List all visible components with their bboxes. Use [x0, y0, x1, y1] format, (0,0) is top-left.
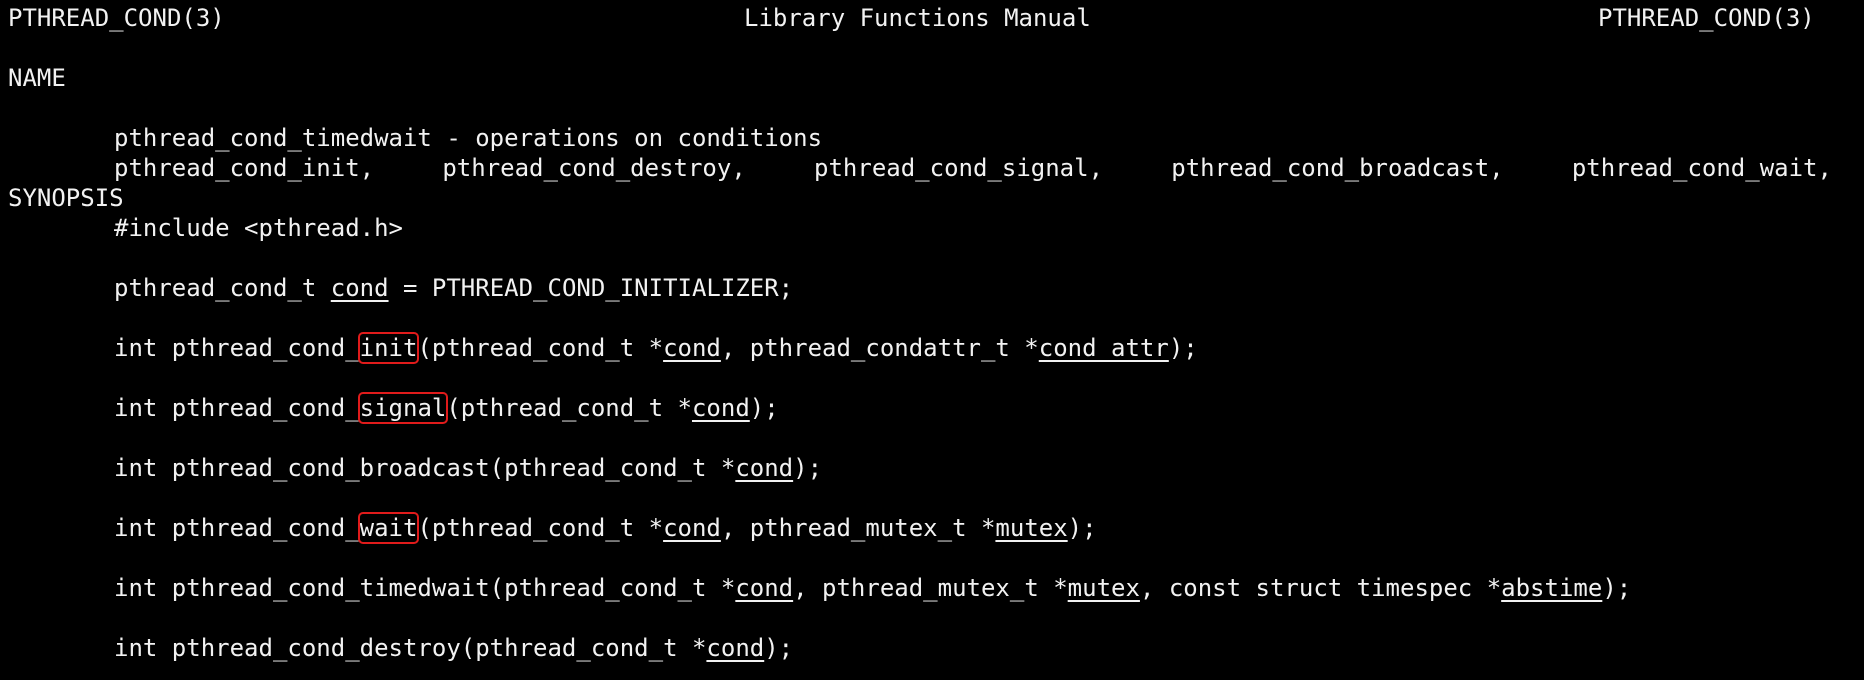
- initializer-post: = PTHREAD_COND_INITIALIZER;: [388, 274, 794, 302]
- terminal-window[interactable]: PTHREAD_COND(3) Library Functions Manual…: [0, 3, 1864, 680]
- init-pre: int pthread_cond_: [114, 334, 360, 362]
- header-right: PTHREAD_COND(3): [1598, 4, 1815, 32]
- prototype-signal: int pthread_cond_signal(pthread_cond_t *…: [8, 392, 1864, 424]
- name-function-list: pthread_cond_init, pthread_cond_destroy,…: [8, 93, 1864, 182]
- include-line: #include <pthread.h>: [114, 214, 403, 242]
- initializer-pre: pthread_cond_t: [114, 274, 331, 302]
- header-left: PTHREAD_COND(3): [8, 4, 225, 32]
- timedwait-pre: int pthread_cond_timedwait(pthread_cond_…: [114, 574, 736, 602]
- initializer-var: cond: [330, 274, 389, 302]
- signal-a: (pthread_cond_t *: [446, 394, 692, 422]
- wait-a: (pthread_cond_t *: [417, 514, 664, 542]
- destroy-end: );: [764, 634, 794, 662]
- broadcast-pre: int pthread_cond_broadcast(pthread_cond_…: [114, 454, 736, 482]
- prototype-destroy: int pthread_cond_destroy(pthread_cond_t …: [8, 633, 1864, 663]
- timedwait-b: , pthread_mutex_t *: [793, 574, 1068, 602]
- wait-highlight: wait: [357, 512, 420, 544]
- wait-end: );: [1067, 514, 1097, 542]
- destroy-arg-cond: cond: [706, 634, 765, 662]
- init-highlight: init: [357, 332, 420, 364]
- wait-arg-cond: cond: [663, 514, 721, 542]
- prototype-broadcast: int pthread_cond_broadcast(pthread_cond_…: [8, 453, 1864, 483]
- signal-highlight: signal: [357, 392, 449, 424]
- man-header: PTHREAD_COND(3) Library Functions Manual…: [8, 3, 1864, 33]
- prototype-init: int pthread_cond_init(pthread_cond_t *co…: [8, 332, 1864, 364]
- broadcast-arg-cond: cond: [735, 454, 794, 482]
- header-center: Library Functions Manual: [744, 4, 1091, 32]
- init-arg-cond: cond: [663, 334, 721, 362]
- section-heading-synopsis: SYNOPSIS: [8, 184, 124, 212]
- init-a: (pthread_cond_t *: [417, 334, 664, 362]
- name-description: pthread_cond_timedwait - operations on c…: [114, 124, 823, 152]
- initializer-line: pthread_cond_t cond = PTHREAD_COND_INITI…: [8, 273, 1864, 303]
- destroy-pre: int pthread_cond_destroy(pthread_cond_t …: [114, 634, 707, 662]
- init-arg-cond-attr: cond_attr: [1038, 334, 1169, 362]
- broadcast-end: );: [793, 454, 823, 482]
- prototype-timedwait: int pthread_cond_timedwait(pthread_cond_…: [8, 573, 1864, 603]
- timedwait-end: );: [1602, 574, 1632, 602]
- section-heading-name: NAME: [8, 64, 66, 92]
- timedwait-c: , const struct timespec *: [1139, 574, 1502, 602]
- init-b: , pthread_condattr_t *: [720, 334, 1039, 362]
- wait-b: , pthread_mutex_t *: [720, 514, 996, 542]
- wait-arg-mutex: mutex: [995, 514, 1068, 542]
- signal-arg-cond: cond: [691, 394, 750, 422]
- prototype-wait: int pthread_cond_wait(pthread_cond_t *co…: [8, 512, 1864, 544]
- signal-end: );: [749, 394, 779, 422]
- timedwait-arg-cond: cond: [735, 574, 794, 602]
- timedwait-arg-abstime: abstime: [1501, 574, 1603, 602]
- signal-pre: int pthread_cond_: [114, 394, 360, 422]
- wait-pre: int pthread_cond_: [114, 514, 360, 542]
- init-end: );: [1168, 334, 1198, 362]
- timedwait-arg-mutex: mutex: [1067, 574, 1140, 602]
